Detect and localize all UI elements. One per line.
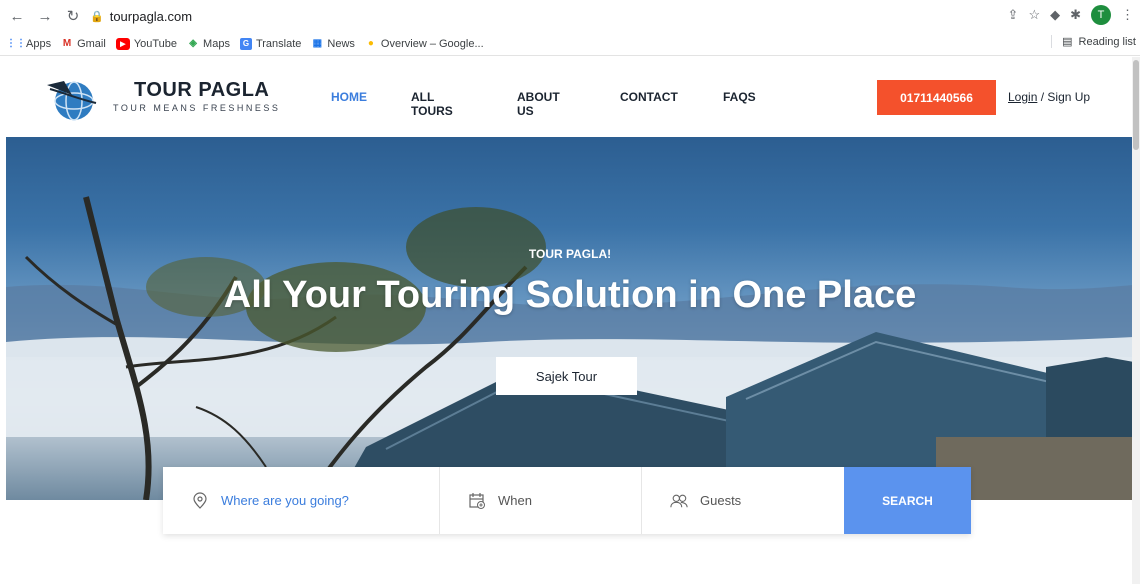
globe-plane-logo-icon[interactable] <box>44 73 100 123</box>
brand-title[interactable]: TOUR PAGLA <box>134 79 269 102</box>
bookmark-translate[interactable]: G Translate <box>239 37 301 50</box>
hero-background-image <box>6 196 1134 500</box>
share-icon[interactable]: ⇪ <box>1008 7 1019 23</box>
bookmark-news[interactable]: ▦ News <box>311 38 355 50</box>
browser-actions: ⇪ ☆ ◆ ✱ T ⋮ <box>1008 5 1134 25</box>
bookmark-gmail[interactable]: M Gmail <box>61 38 106 50</box>
auth-links: Login / Sign Up <box>1008 90 1090 104</box>
profile-avatar[interactable]: T <box>1091 5 1111 25</box>
scrollbar-thumb[interactable] <box>1133 60 1139 150</box>
more-menu-icon[interactable]: ⋮ <box>1121 7 1134 23</box>
signup-link[interactable]: Sign Up <box>1047 90 1090 104</box>
reload-icon[interactable]: ↻ <box>62 5 84 27</box>
news-icon: ▦ <box>312 38 323 49</box>
calendar-add-icon <box>468 492 486 510</box>
nav-faqs[interactable]: FAQS <box>723 90 756 104</box>
location-pin-icon <box>191 491 209 510</box>
search-button[interactable]: SEARCH <box>844 467 971 534</box>
bookmarks-bar: ⋮⋮ Apps M Gmail ▶ YouTube ◈ Maps G Trans… <box>0 32 1140 56</box>
bookmark-youtube[interactable]: ▶ YouTube <box>115 37 177 50</box>
hero-title: All Your Touring Solution in One Place <box>223 274 917 316</box>
reading-list-icon: ▤ <box>1062 36 1073 48</box>
maps-icon: ◈ <box>189 38 197 49</box>
hero-kicker: TOUR PAGLA! <box>528 247 612 261</box>
auth-separator: / <box>1040 90 1045 104</box>
nav-home[interactable]: HOME <box>331 90 367 104</box>
nav-about-us[interactable]: ABOUT US <box>517 90 560 118</box>
tour-search-form: Where are you going? When Guests SEARCH <box>163 467 971 534</box>
lock-icon: 🔒 <box>90 10 104 23</box>
back-arrow-icon[interactable]: ← <box>6 5 28 27</box>
bookmark-star-icon[interactable]: ☆ <box>1028 7 1040 23</box>
brand-tagline: TOUR MEANS FRESHNESS <box>113 103 281 113</box>
date-label: When <box>498 493 532 508</box>
apps-grid-icon: ⋮⋮ <box>6 38 26 49</box>
youtube-icon: ▶ <box>115 37 130 50</box>
puzzle-extensions-icon[interactable]: ✱ <box>1070 7 1081 23</box>
guests-field[interactable]: Guests <box>642 467 844 534</box>
url-text: tourpagla.com <box>109 8 193 24</box>
forward-arrow-icon[interactable]: → <box>34 5 56 27</box>
address-bar[interactable]: 🔒 tourpagla.com <box>90 4 1020 28</box>
destination-placeholder: Where are you going? <box>221 493 349 508</box>
gmail-icon: M <box>62 38 72 49</box>
extension-icon[interactable]: ◆ <box>1050 7 1060 23</box>
site-header: TOUR PAGLA TOUR MEANS FRESHNESS HOME ALL… <box>0 57 1140 137</box>
translate-icon: G <box>239 37 252 50</box>
nav-contact[interactable]: CONTACT <box>620 90 678 104</box>
guests-icon <box>670 492 688 510</box>
browser-toolbar: ← → ↻ 🔒 tourpagla.com ⇪ ☆ ◆ ✱ T ⋮ <box>0 0 1140 32</box>
bookmark-apps[interactable]: ⋮⋮ Apps <box>6 38 51 50</box>
date-field[interactable]: When <box>440 467 642 534</box>
phone-button[interactable]: 01711440566 <box>877 80 996 115</box>
guests-label: Guests <box>700 493 742 508</box>
login-link[interactable]: Login <box>1008 90 1037 104</box>
bookmark-overview-google[interactable]: ● Overview – Google... <box>365 38 484 50</box>
destination-field[interactable]: Where are you going? <box>163 467 440 534</box>
nav-all-tours[interactable]: ALL TOURS <box>411 90 453 118</box>
sajek-tour-button[interactable]: Sajek Tour <box>496 357 637 395</box>
reading-list-button[interactable]: ▤ Reading list <box>1051 35 1136 48</box>
bookmark-maps[interactable]: ◈ Maps <box>187 38 230 50</box>
hero-banner: TOUR PAGLA! All Your Touring Solution in… <box>6 137 1134 500</box>
location-pin-icon: ● <box>367 38 374 49</box>
